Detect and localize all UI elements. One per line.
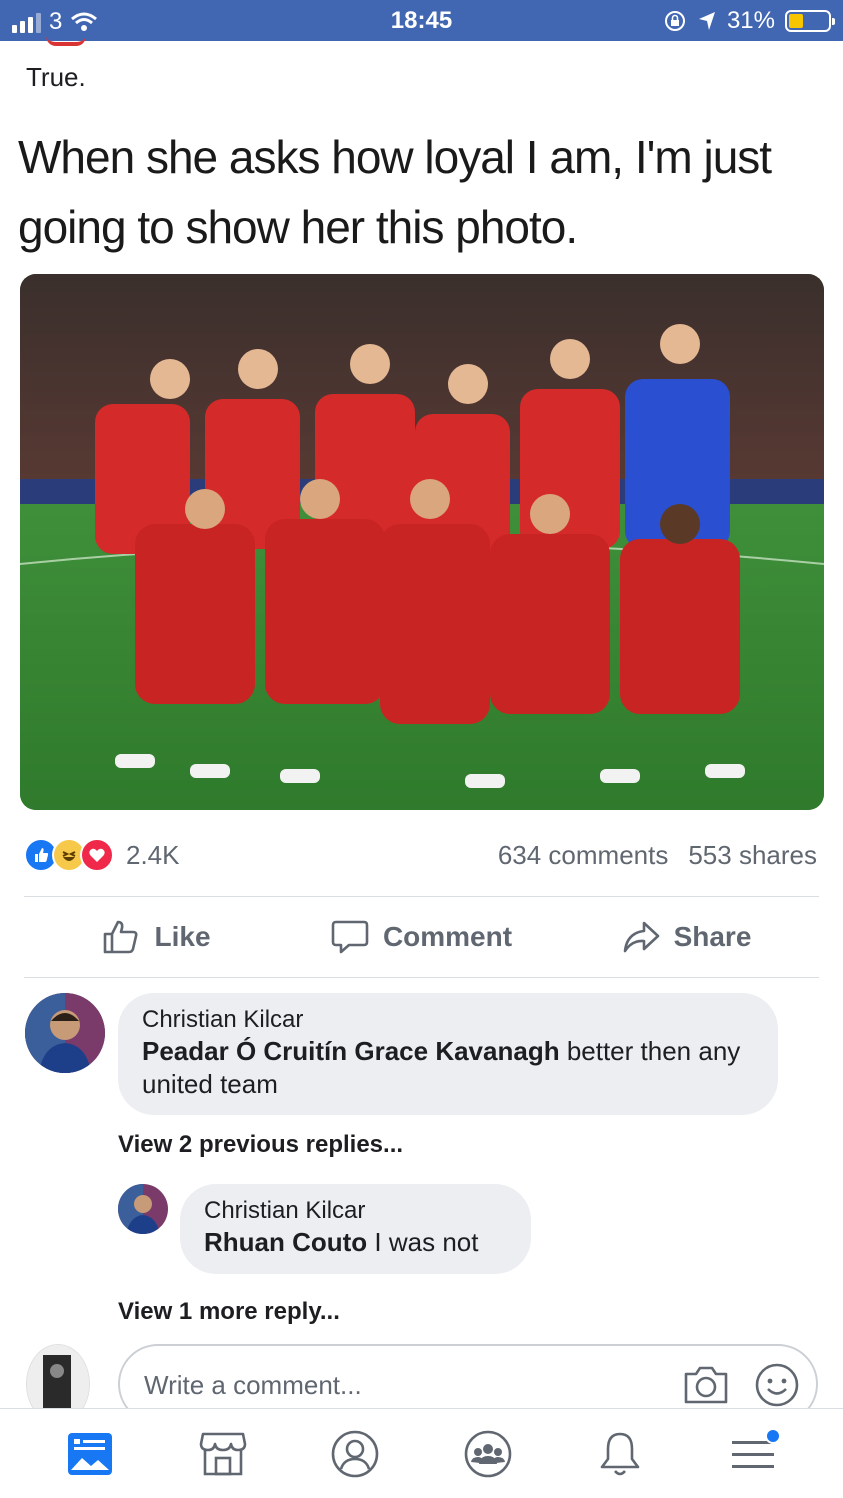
- reply-mention[interactable]: Rhuan Couto: [204, 1227, 367, 1257]
- news-feed-icon: [68, 1432, 113, 1475]
- reply-text: I was not: [367, 1227, 479, 1257]
- reply-author[interactable]: Christian Kilcar: [204, 1196, 507, 1226]
- marketplace-tab[interactable]: [193, 1424, 253, 1484]
- news-feed-tab[interactable]: [60, 1424, 120, 1484]
- comment-bubble: Christian Kilcar Peadar Ó Cruitín Grace …: [118, 993, 778, 1115]
- reactions-summary[interactable]: 2.4K: [24, 838, 180, 872]
- action-bar: Like Comment Share: [24, 897, 819, 977]
- rotation-lock-icon: [664, 11, 685, 31]
- view-previous-replies-link[interactable]: View 2 previous replies...: [118, 1131, 403, 1159]
- bottom-tab-bar: [0, 1408, 843, 1498]
- love-reaction-icon: [80, 838, 114, 872]
- poster-avatar-edge: [46, 36, 86, 46]
- shares-count[interactable]: 553 shares: [688, 840, 817, 871]
- groups-tab[interactable]: [458, 1424, 518, 1484]
- comment-icon: [331, 920, 369, 954]
- divider: [24, 977, 819, 978]
- comment-mentions[interactable]: Peadar Ó Cruitín Grace Kavanagh: [142, 1036, 560, 1066]
- comment-label: Comment: [382, 921, 513, 952]
- status-bar: 3 18:45 31%: [0, 0, 843, 41]
- team-photo-illustration: [20, 274, 824, 810]
- commenter-avatar[interactable]: [25, 993, 105, 1073]
- like-label: Like: [154, 921, 211, 952]
- sticker-smile-icon[interactable]: [754, 1362, 800, 1408]
- app-screen: 3 18:45 31% True. When she asks how loya…: [0, 0, 843, 1498]
- profile-tab[interactable]: [325, 1424, 385, 1484]
- battery-percent: 31%: [726, 7, 775, 34]
- thumbs-up-icon: [104, 920, 138, 954]
- post-photo[interactable]: [20, 274, 824, 810]
- groups-icon: [464, 1430, 512, 1477]
- menu-notification-dot: [764, 1427, 781, 1444]
- engagement-counts: 634 comments 553 shares: [498, 840, 817, 871]
- notifications-icon: [600, 1432, 640, 1475]
- marketplace-icon: [199, 1432, 247, 1475]
- share-button[interactable]: Share: [554, 897, 819, 977]
- profile-icon: [331, 1430, 379, 1477]
- battery-icon: [785, 10, 835, 32]
- like-button[interactable]: Like: [24, 897, 289, 977]
- reply-bubble: Christian Kilcar Rhuan Couto I was not: [180, 1184, 531, 1274]
- share-label: Share: [673, 921, 752, 952]
- comment-input-placeholder[interactable]: Write a comment...: [144, 1370, 362, 1401]
- comment-button[interactable]: Comment: [289, 897, 554, 977]
- share-arrow-icon: [623, 921, 659, 953]
- comment-author[interactable]: Christian Kilcar: [142, 1005, 754, 1035]
- menu-tab[interactable]: [723, 1424, 783, 1484]
- status-right: 31%: [663, 7, 835, 35]
- meme-caption: When she asks how loyal I am, I'm just g…: [18, 131, 772, 253]
- location-icon: [698, 12, 715, 30]
- notifications-tab[interactable]: [590, 1424, 650, 1484]
- comments-count[interactable]: 634 comments: [498, 840, 669, 871]
- reply-avatar[interactable]: [118, 1184, 168, 1234]
- reaction-count: 2.4K: [126, 839, 180, 870]
- post-text: True.: [26, 62, 86, 92]
- camera-icon[interactable]: [682, 1364, 730, 1406]
- view-more-replies-link[interactable]: View 1 more reply...: [118, 1298, 340, 1326]
